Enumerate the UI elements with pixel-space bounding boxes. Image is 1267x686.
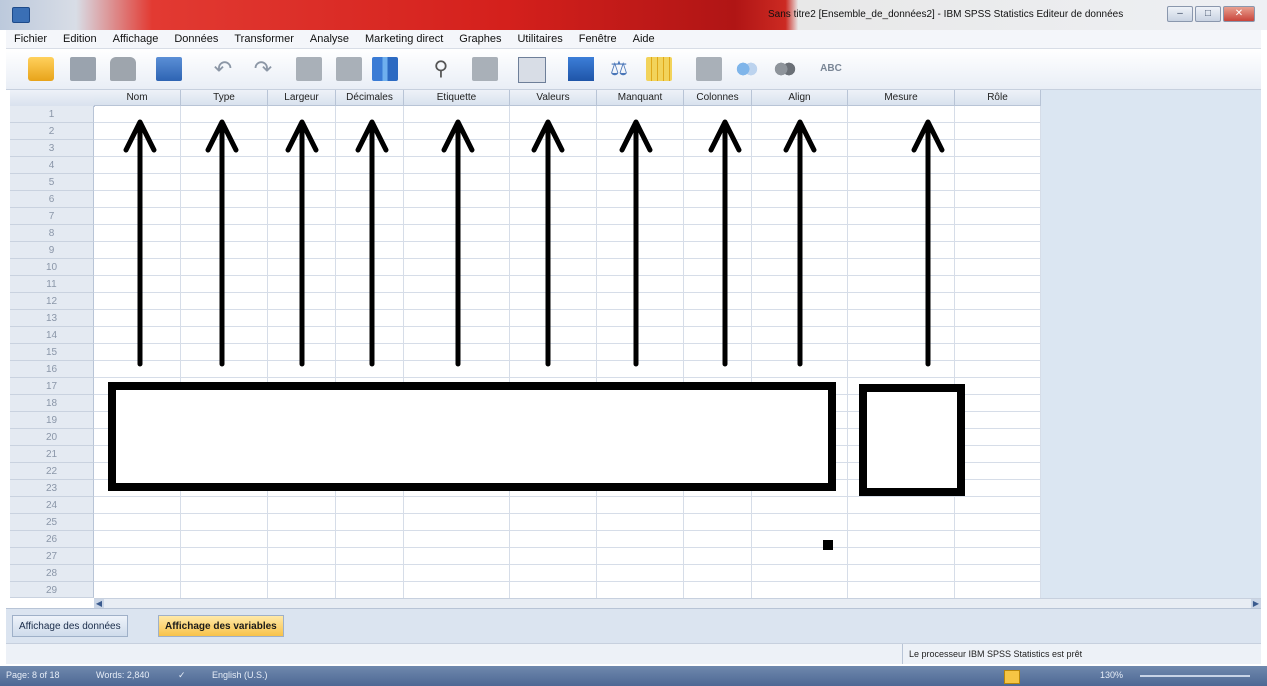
language-indicator[interactable]: English (U.S.) — [212, 670, 268, 680]
zoom-slider[interactable] — [1140, 675, 1250, 677]
tab-variable-view[interactable]: Affichage des variables — [158, 615, 284, 637]
page-indicator[interactable]: Page: 8 of 18 — [6, 670, 60, 680]
word-count[interactable]: Words: 2,840 — [96, 670, 149, 680]
view-mode-icon[interactable] — [1004, 670, 1020, 684]
annotation-dot — [823, 540, 833, 550]
word-status-bar: Page: 8 of 18 Words: 2,840 ✓ English (U.… — [0, 666, 1267, 686]
annotation-box-square — [859, 384, 965, 496]
processor-status: Le processeur IBM SPSS Statistics est pr… — [902, 644, 1082, 664]
tab-data-view[interactable]: Affichage des données — [12, 615, 128, 637]
annotation-box-wide — [108, 382, 836, 491]
view-tabs: Affichage des données Affichage des vari… — [6, 608, 1261, 643]
annotation-arrows — [123, 119, 945, 367]
proofing-icon[interactable]: ✓ — [178, 670, 186, 681]
zoom-level[interactable]: 130% — [1100, 670, 1123, 680]
status-bar: Le processeur IBM SPSS Statistics est pr… — [6, 643, 1261, 664]
